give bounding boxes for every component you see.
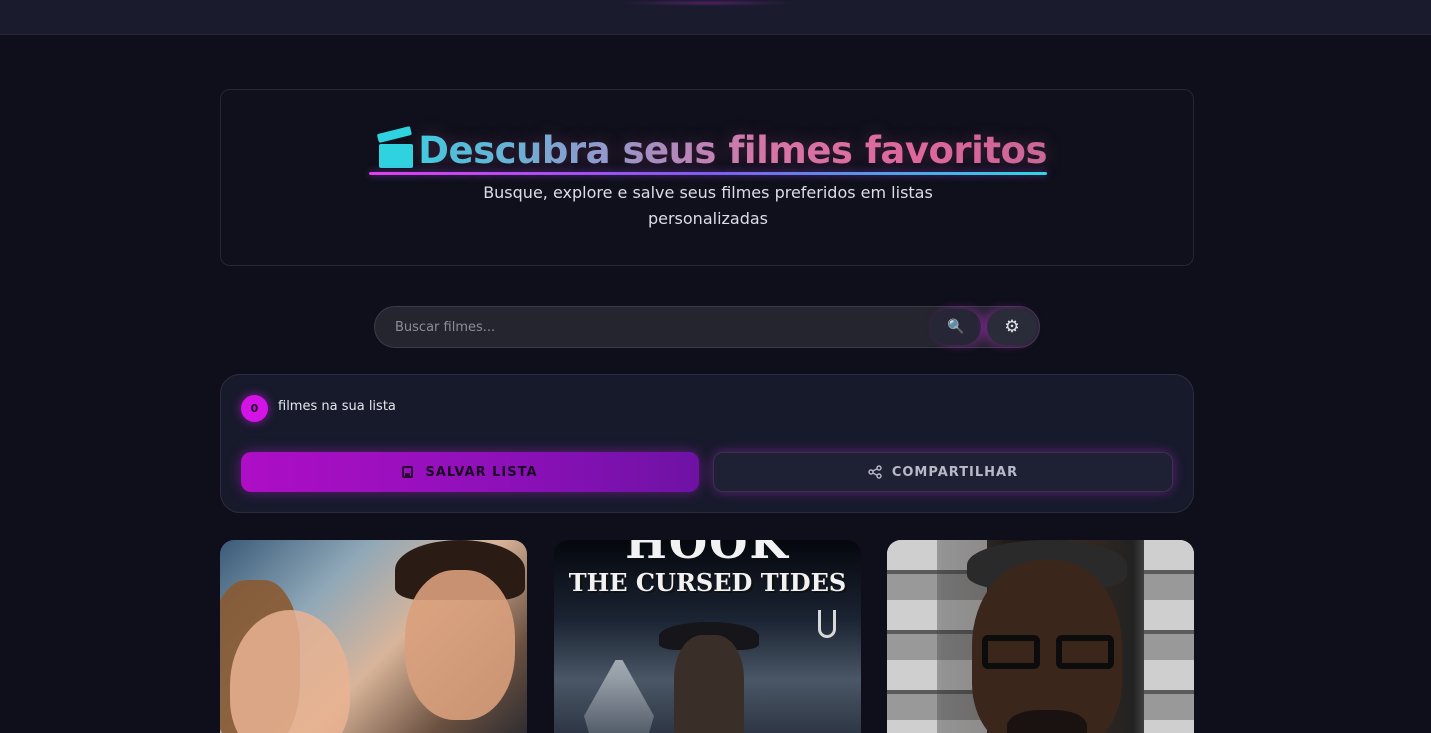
- share-label: COMPARTILHAR: [891, 464, 1019, 480]
- movie-grid: HOOK THE CURSED TIDES: [220, 540, 1194, 733]
- hero-title-row: Descubra seus filmes favoritos: [369, 122, 1047, 178]
- movie-card-poster[interactable]: [220, 540, 527, 733]
- share-button[interactable]: COMPARTILHAR: [713, 452, 1173, 492]
- top-navbar: [0, 0, 1431, 35]
- poster-subtitle-text: THE CURSED TIDES: [568, 568, 847, 597]
- movie-card-poster[interactable]: [887, 540, 1194, 733]
- hero-card: Descubra seus filmes favoritos Busque, e…: [220, 89, 1194, 266]
- save-list-label: SALVAR LISTA: [425, 464, 538, 480]
- list-count-badge: 0: [241, 395, 268, 422]
- share-icon: [868, 465, 882, 479]
- clapperboard-icon: [376, 126, 413, 170]
- title-underline: [369, 172, 1047, 175]
- search-button[interactable]: 🔍: [931, 309, 981, 345]
- list-count-label: filmes na sua lista: [278, 399, 396, 414]
- search-bar: 🔍 ⚙: [374, 306, 1040, 348]
- poster-title-text: HOOK: [625, 540, 790, 569]
- settings-button[interactable]: ⚙: [987, 309, 1037, 345]
- gear-icon: ⚙: [1004, 317, 1020, 337]
- navbar-active-indicator: [620, 0, 795, 6]
- movie-card-poster[interactable]: HOOK THE CURSED TIDES: [554, 540, 861, 733]
- my-list-panel: 0 filmes na sua lista SALVAR LISTA COMPA…: [220, 374, 1194, 513]
- search-input[interactable]: [395, 307, 915, 347]
- floppy-disk-icon: [402, 466, 414, 478]
- page-title: Descubra seus filmes favoritos: [418, 128, 1047, 172]
- page-subtitle: Busque, explore e salve seus filmes pref…: [483, 183, 933, 228]
- save-list-button[interactable]: SALVAR LISTA: [241, 452, 699, 492]
- magnifier-icon: 🔍: [947, 319, 965, 335]
